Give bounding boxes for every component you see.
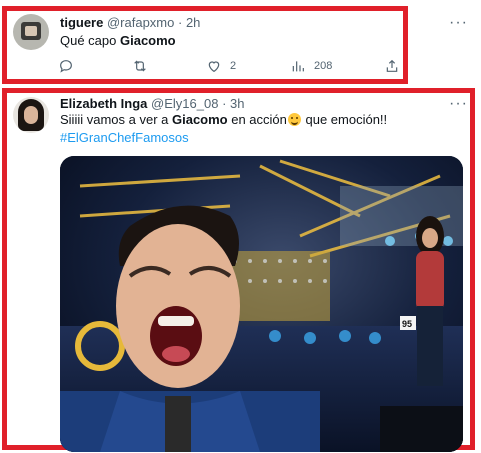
tweet-text: Siiiii vamos a ver a Giacomo en acción q… — [60, 111, 387, 129]
reply-icon — [60, 60, 72, 73]
like-icon — [208, 61, 220, 73]
user-handle[interactable]: @Ely16_08 — [151, 96, 218, 111]
tweet-text: Qué capo Giacomo — [60, 32, 176, 50]
avatar[interactable] — [13, 97, 49, 133]
user-handle[interactable]: @rafapxmo — [107, 15, 174, 30]
timestamp[interactable]: 2h — [186, 15, 200, 30]
reply-button[interactable] — [58, 57, 74, 75]
tweet-text-bold: Giacomo — [171, 112, 228, 127]
share-button[interactable] — [384, 57, 400, 75]
views-count: 208 — [314, 60, 333, 72]
separator-dot: · — [177, 15, 183, 30]
tweet-text-bold: Giacomo — [120, 33, 176, 48]
tweet-actions: 2 208 — [58, 57, 398, 75]
timestamp[interactable]: 3h — [230, 96, 244, 111]
like-button[interactable]: 2 — [206, 57, 236, 75]
hashtag-link[interactable]: #ElGranChefFamosos — [60, 129, 189, 147]
user-name[interactable]: Elizabeth Inga — [60, 96, 147, 111]
tweet-media-image[interactable]: 95 — [60, 156, 463, 452]
tweet-text-plain: que emoción!! — [301, 112, 388, 127]
user-name[interactable]: tiguere — [60, 15, 103, 30]
avatar[interactable] — [13, 14, 49, 50]
views-button[interactable]: 208 — [290, 57, 332, 75]
retweet-icon — [134, 60, 146, 72]
more-icon[interactable]: ··· — [449, 15, 468, 31]
more-icon[interactable]: ··· — [449, 96, 468, 112]
like-count: 2 — [230, 60, 237, 72]
retweet-button[interactable] — [132, 57, 148, 75]
tweet-text-plain: Qué capo — [60, 33, 120, 48]
tweet-text-plain: Siiiii vamos a ver a — [60, 112, 172, 127]
views-icon — [292, 61, 304, 72]
tv-show-photo: 95 — [60, 156, 463, 452]
tweet-header: Elizabeth Inga @Ely16_08 · 3h — [60, 96, 245, 112]
contestant-number: 95 — [402, 319, 412, 329]
tweet-text-plain: en acción — [227, 112, 287, 127]
share-icon — [386, 59, 398, 72]
separator-dot: · — [222, 96, 227, 111]
tweet-header: tiguere @rafapxmo · 2h — [60, 15, 200, 31]
grinning-squinting-face-icon — [287, 113, 301, 126]
